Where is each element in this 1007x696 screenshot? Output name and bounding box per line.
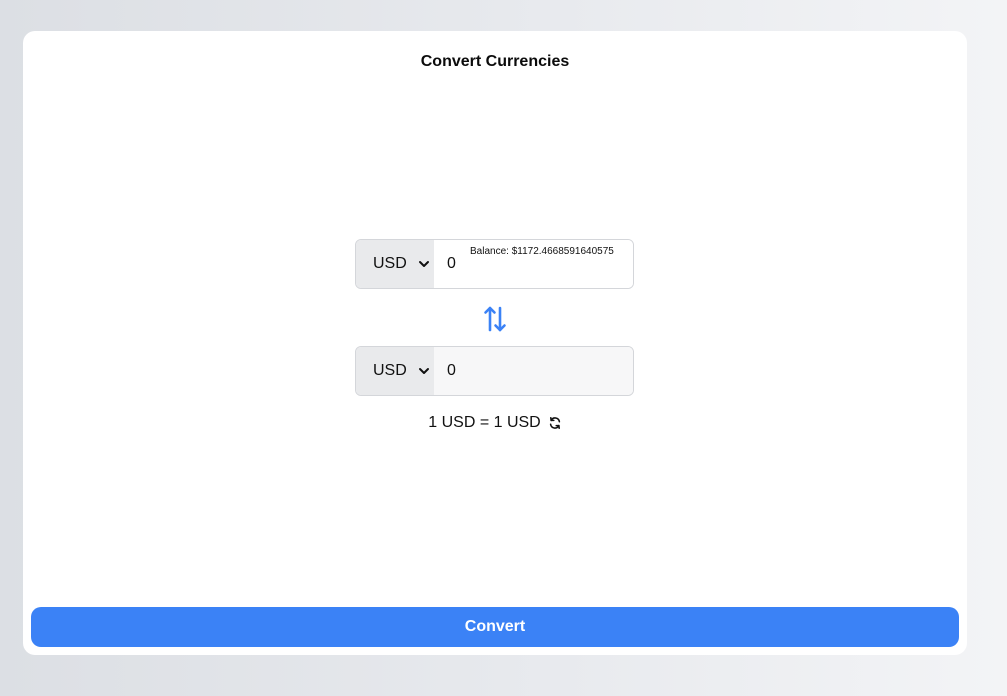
to-currency-row: USD 0: [355, 346, 634, 396]
from-amount-value: 0: [447, 255, 456, 272]
chevron-down-icon: [419, 261, 429, 267]
to-currency-code: USD: [373, 362, 407, 379]
from-amount-input[interactable]: 0 Balance: $1172.4668591640575: [434, 240, 633, 288]
swap-vertical-icon[interactable]: [483, 305, 507, 333]
from-currency-select[interactable]: USD: [356, 240, 434, 288]
to-amount-output: 0: [434, 347, 633, 395]
to-amount-value: 0: [447, 362, 456, 379]
convert-button[interactable]: Convert: [31, 607, 959, 647]
exchange-rate-text: 1 USD = 1 USD: [428, 414, 541, 431]
chevron-down-icon: [419, 368, 429, 374]
refresh-icon[interactable]: [548, 416, 562, 430]
to-currency-select[interactable]: USD: [356, 347, 434, 395]
from-currency-code: USD: [373, 255, 407, 272]
from-currency-row: USD 0 Balance: $1172.4668591640575: [355, 239, 634, 289]
convert-card: Convert Currencies USD 0 Balance: $1172.…: [23, 31, 967, 655]
balance-label: Balance: $1172.4668591640575: [470, 246, 614, 257]
exchange-rate: 1 USD = 1 USD: [23, 414, 967, 432]
page-title: Convert Currencies: [420, 53, 570, 70]
